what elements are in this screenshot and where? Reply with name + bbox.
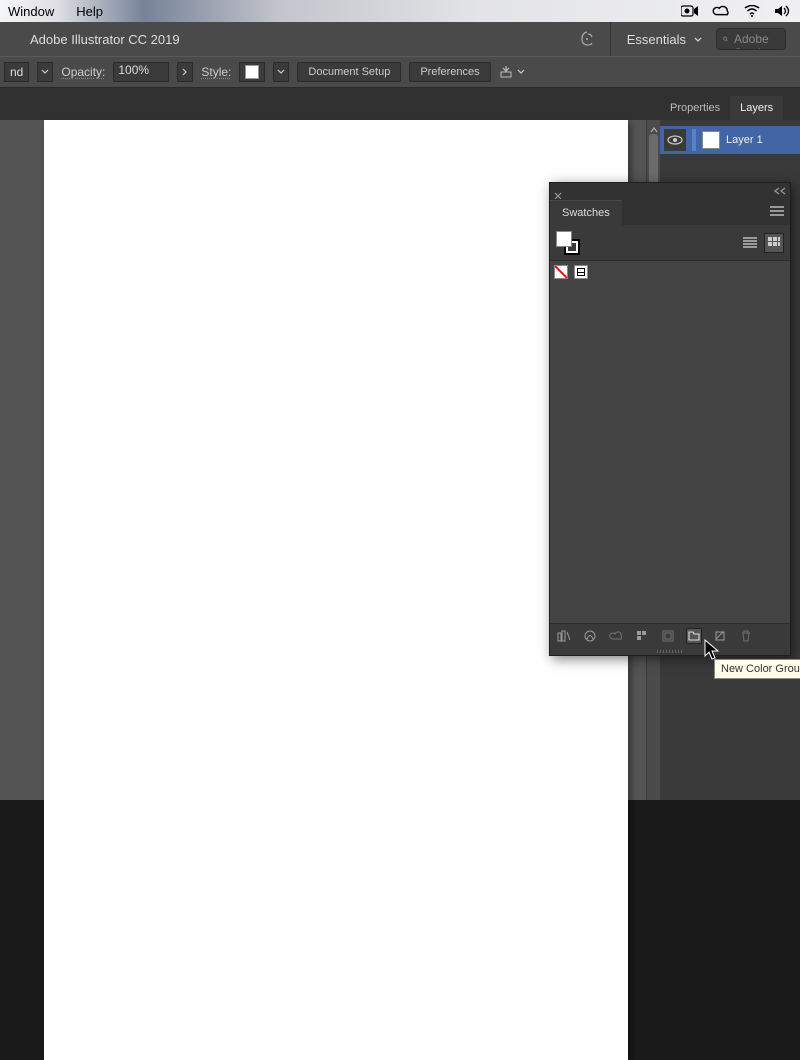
new-color-group-icon[interactable] — [686, 628, 702, 644]
swatches-body[interactable] — [550, 261, 790, 623]
swatch-registration[interactable] — [574, 265, 588, 279]
search-placeholder: Search Adobe Stock — [734, 28, 779, 50]
swatch-libraries-icon[interactable] — [556, 628, 572, 644]
thumbnail-view-icon[interactable] — [764, 233, 784, 253]
swatches-tab[interactable]: Swatches — [550, 200, 622, 225]
swatch-options-icon[interactable] — [634, 628, 650, 644]
panel-footer — [550, 623, 790, 647]
edit-swatch-icon[interactable] — [660, 628, 676, 644]
delete-swatch-icon[interactable] — [738, 628, 754, 644]
chevron-down-icon — [517, 69, 525, 75]
layer-row[interactable]: Layer 1 — [660, 126, 800, 154]
layer-name[interactable]: Layer 1 — [726, 134, 763, 146]
menu-window[interactable]: Window — [8, 4, 54, 19]
layer-visibility-icon[interactable] — [664, 129, 686, 151]
blend-mode-dropdown[interactable]: nd — [4, 62, 29, 82]
tooltip: New Color Group — [714, 659, 800, 679]
control-bar: nd Opacity: 100% Style: Document Setup P… — [0, 56, 800, 88]
style-arrow[interactable] — [273, 62, 289, 82]
opacity-label: Opacity: — [61, 65, 105, 79]
show-swatch-kinds-icon[interactable] — [582, 628, 598, 644]
canvas-artboard[interactable] — [44, 120, 628, 1060]
opacity-field[interactable]: 100% — [113, 62, 169, 82]
arrange-docs-icon[interactable] — [580, 31, 596, 47]
list-view-icon[interactable] — [740, 233, 760, 253]
layer-thumb — [702, 131, 720, 149]
creative-cloud-icon[interactable] — [712, 4, 730, 18]
workspace-name: Essentials — [627, 32, 686, 47]
search-icon — [723, 33, 728, 45]
panel-tools — [550, 225, 790, 261]
scroll-up-icon[interactable] — [649, 122, 659, 132]
collapse-icon[interactable] — [774, 182, 786, 200]
workspace-switcher[interactable]: Essentials — [610, 22, 702, 56]
close-icon[interactable] — [554, 187, 562, 195]
blend-mode-arrow[interactable] — [37, 62, 53, 82]
swatches-panel[interactable]: Swatches — [549, 182, 791, 656]
swatch-none[interactable] — [554, 265, 568, 279]
app-title-bar: Adobe Illustrator CC 2019 Essentials Sea… — [0, 22, 800, 56]
tab-layers[interactable]: Layers — [730, 96, 783, 120]
style-label: Style: — [201, 65, 231, 79]
preferences-button[interactable]: Preferences — [409, 62, 490, 82]
wifi-icon[interactable] — [743, 4, 761, 18]
search-field[interactable]: Search Adobe Stock — [716, 28, 786, 50]
chevron-down-icon — [694, 37, 702, 43]
menu-help[interactable]: Help — [76, 4, 103, 19]
panel-header[interactable] — [550, 183, 790, 199]
swatch-cloud-icon[interactable] — [608, 628, 624, 644]
app-title: Adobe Illustrator CC 2019 — [14, 32, 180, 47]
screenrec-icon[interactable] — [681, 4, 699, 18]
document-setup-button[interactable]: Document Setup — [297, 62, 401, 82]
align-tool-icon[interactable] — [499, 64, 525, 80]
style-swatch[interactable] — [239, 62, 265, 82]
new-swatch-icon[interactable] — [712, 628, 728, 644]
fill-swatch[interactable] — [556, 231, 572, 247]
opacity-arrow[interactable] — [177, 62, 193, 82]
style-thumb — [245, 65, 259, 79]
fill-stroke-control[interactable] — [556, 231, 580, 255]
layer-color-bar — [692, 129, 696, 151]
panel-resize-grip[interactable] — [550, 647, 790, 655]
tab-properties[interactable]: Properties — [660, 96, 730, 120]
volume-icon[interactable] — [774, 4, 792, 18]
macos-menubar: Window Help — [0, 0, 800, 22]
panel-menu-icon[interactable] — [764, 199, 790, 225]
